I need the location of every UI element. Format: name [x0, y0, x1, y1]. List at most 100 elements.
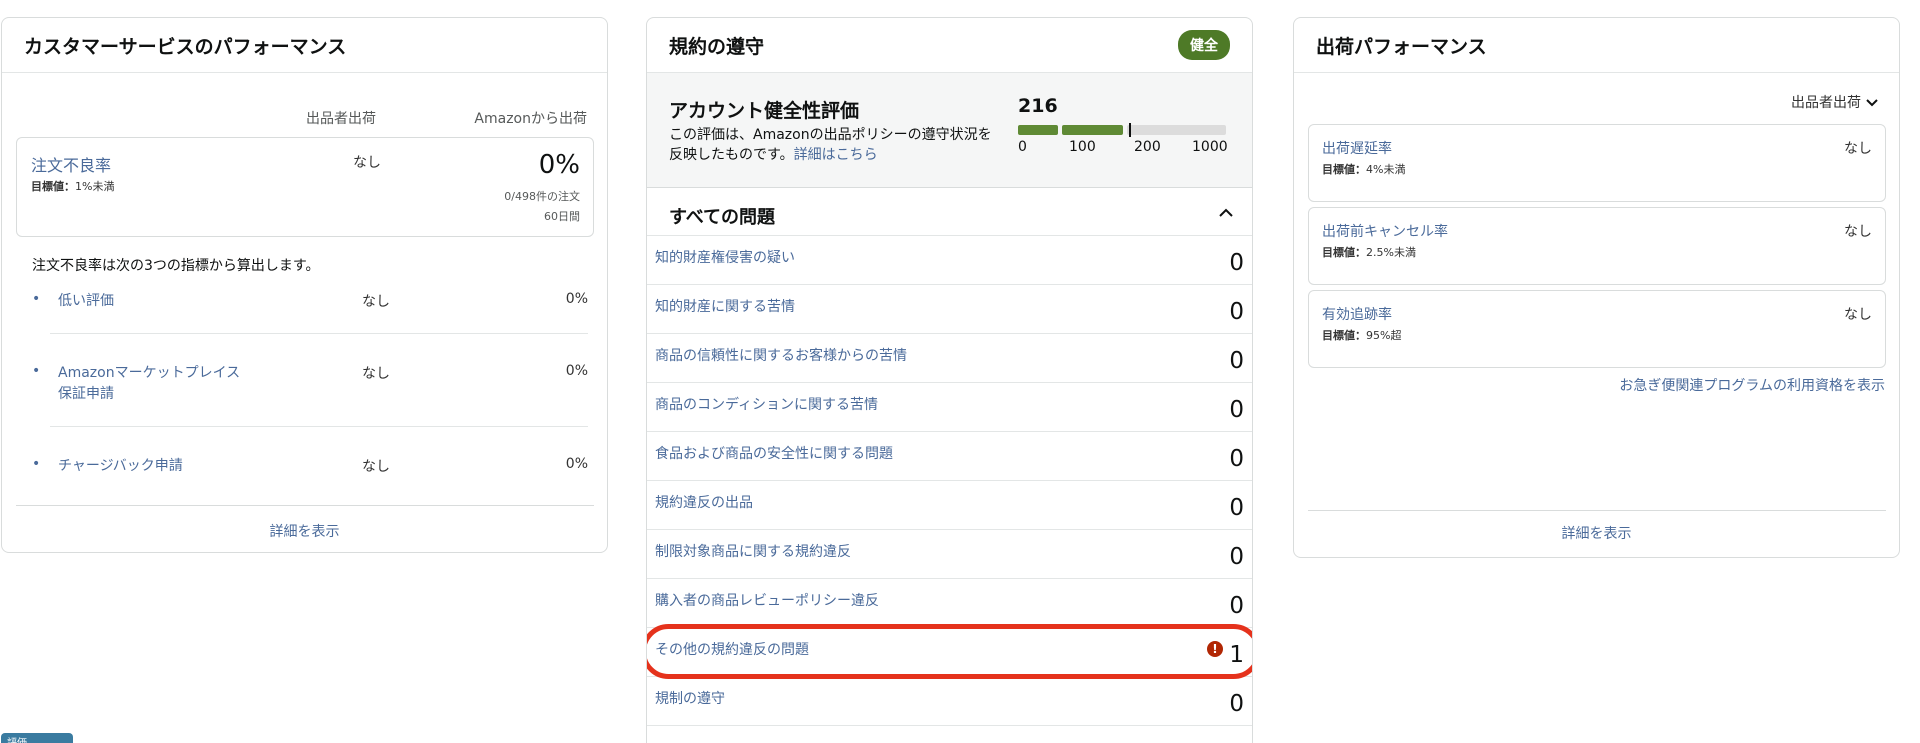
issue-restricted-products-link[interactable]: 制限対象商品に関する規約違反: [655, 541, 851, 561]
bottom-dropdown-pill[interactable]: 評価 ⌄: [1, 733, 73, 743]
issue-row-highlighted: その他の規約違反の問題 ! 1: [647, 624, 1252, 679]
learn-more-link[interactable]: 詳細はこちら: [794, 147, 878, 163]
a-to-z-claims-label-1: Amazonマーケットプレイス: [58, 365, 241, 381]
chargeback-link[interactable]: チャージバック申請: [58, 456, 183, 477]
issue-row: 規約違反の出品 0: [647, 481, 1252, 530]
chargeback-seller: なし: [362, 459, 390, 475]
shipping-performance-header: 出荷パフォーマンス: [1294, 18, 1899, 73]
chevron-up-icon[interactable]: [1218, 205, 1234, 221]
all-issues-title: すべての問題: [669, 207, 776, 228]
odr-period: 60日間: [544, 210, 580, 223]
bullet: •: [32, 291, 41, 307]
account-health-score: 216: [1018, 95, 1058, 117]
chevron-down-icon: [1866, 99, 1878, 107]
issue-count: 0: [1229, 250, 1244, 276]
issue-row: 食品および商品の安全性に関する問題 0: [647, 432, 1252, 481]
cancel-rate-box: 出荷前キャンセル率 目標値：2.5%未満 なし: [1308, 207, 1886, 285]
bullet: •: [32, 456, 41, 472]
cancel-rate-link[interactable]: 出荷前キャンセル率: [1322, 221, 1448, 241]
shipping-performance-title: 出荷パフォーマンス: [1316, 35, 1487, 58]
odr-target-label: 目標値：: [31, 180, 75, 193]
tick-label: 1000: [1192, 139, 1228, 155]
issue-review-policy-link[interactable]: 購入者の商品レビューポリシー違反: [655, 590, 879, 610]
issue-condition-link[interactable]: 商品のコンディションに関する苦情: [655, 394, 878, 414]
customer-service-card: カスタマーサービスのパフォーマンス 出品者出荷 Amazonから出荷 注文不良率…: [1, 17, 608, 553]
alert-icon: !: [1207, 641, 1223, 657]
customer-service-details-link[interactable]: 詳細を表示: [2, 521, 607, 541]
valid-tracking-target: 目標値：95%超: [1322, 327, 1401, 343]
health-score-bar: [1018, 123, 1226, 137]
bar-segment-high: [1127, 125, 1226, 135]
target-label: 目標値：: [1322, 163, 1366, 176]
account-health-description: この評価は、Amazonの出品ポリシーの遵守状況を反映したものです。詳細はこちら: [669, 125, 1004, 165]
bar-segment-low: [1018, 125, 1058, 135]
all-issues-header[interactable]: すべての問題: [647, 189, 1252, 236]
issue-ip-complaints-link[interactable]: 知的財産に関する苦情: [655, 296, 795, 316]
issue-row: 知的財産に関する苦情 0: [647, 285, 1252, 334]
divider: [50, 426, 588, 427]
a-to-z-claims-seller: なし: [362, 366, 390, 382]
issue-authenticity-link[interactable]: 商品の信頼性に関するお客様からの苦情: [655, 345, 907, 365]
odr-target: 目標値：1%未満: [31, 178, 114, 194]
a-to-z-claims-label-2: 保証申請: [58, 386, 114, 402]
footer-divider: [1308, 510, 1886, 511]
valid-tracking-value: なし: [1844, 307, 1872, 323]
valid-tracking-box: 有効追跡率 目標値：95%超 なし: [1308, 290, 1886, 368]
divider: [50, 333, 588, 334]
status-badge: 健全: [1178, 30, 1230, 60]
account-health-title: アカウント健全性評価: [669, 100, 860, 122]
a-to-z-claims-link[interactable]: Amazonマーケットプレイス 保証申請: [58, 363, 240, 405]
late-shipment-value: なし: [1844, 141, 1872, 157]
policy-compliance-header: 規約の遵守 健全: [647, 18, 1252, 73]
issue-count: 0: [1229, 691, 1244, 717]
issue-ip-suspected-link[interactable]: 知的財産権侵害の疑い: [655, 247, 795, 267]
bar-segment-mid: [1062, 125, 1123, 135]
target-value: 95%超: [1366, 329, 1402, 342]
late-shipment-box: 出荷遅延率 目標値：4%未満 なし: [1308, 124, 1886, 202]
shipping-details-link[interactable]: 詳細を表示: [1294, 523, 1899, 543]
target-value: 2.5%未満: [1366, 246, 1416, 259]
late-shipment-link[interactable]: 出荷遅延率: [1322, 138, 1392, 158]
issue-listing-violation-link[interactable]: 規約違反の出品: [655, 492, 753, 512]
shipping-performance-card: 出荷パフォーマンス 出品者出荷 出荷遅延率 目標値：4%未満 なし 出荷前キャン…: [1293, 17, 1900, 558]
odr-box: 注文不良率 目標値：1%未満 なし 0% 0/498件の注文 60日間: [16, 137, 594, 237]
bullet: •: [32, 363, 41, 379]
issue-row: 規制の遵守 0: [647, 677, 1252, 726]
a-to-z-claims-value: 0%: [565, 363, 588, 379]
prime-eligibility-link[interactable]: お急ぎ便関連プログラムの利用資格を表示: [1619, 375, 1885, 395]
issue-count: 0: [1229, 446, 1244, 472]
issue-other-violations-link[interactable]: その他の規約違反の問題: [655, 639, 809, 659]
issue-row: 知的財産権侵害の疑い 0: [647, 236, 1252, 285]
tick-label: 200: [1134, 139, 1161, 155]
issue-regulatory-link[interactable]: 規制の遵守: [655, 688, 725, 708]
fulfillment-filter-value: 出品者出荷: [1791, 95, 1861, 111]
customer-service-title: カスタマーサービスのパフォーマンス: [24, 35, 347, 58]
issue-row: 制限対象商品に関する規約違反 0: [647, 530, 1252, 579]
issue-row: 購入者の商品レビューポリシー違反 0: [647, 579, 1252, 628]
score-marker: [1129, 123, 1131, 137]
odr-order-count: 0/498件の注文: [504, 190, 580, 203]
issue-count: 1: [1229, 642, 1244, 668]
target-label: 目標値：: [1322, 329, 1366, 342]
negative-feedback-value: 0%: [565, 291, 588, 307]
target-value: 4%未満: [1366, 163, 1406, 176]
odr-amazon-value: 0%: [538, 150, 580, 180]
issue-row: 商品の信頼性に関するお客様からの苦情 0: [647, 334, 1252, 383]
negative-feedback-link[interactable]: 低い評価: [58, 291, 114, 312]
issue-count: 0: [1229, 593, 1244, 619]
fulfillment-filter-dropdown[interactable]: 出品者出荷: [1791, 92, 1879, 112]
odr-link[interactable]: 注文不良率: [31, 152, 111, 176]
odr-note: 注文不良率は次の3つの指標から算出します。: [32, 258, 320, 274]
cancel-rate-value: なし: [1844, 224, 1872, 240]
late-shipment-target: 目標値：4%未満: [1322, 161, 1405, 177]
issue-count: 0: [1229, 495, 1244, 521]
valid-tracking-link[interactable]: 有効追跡率: [1322, 304, 1392, 324]
odr-seller-value: なし: [353, 155, 381, 171]
issue-safety-link[interactable]: 食品および商品の安全性に関する問題: [655, 443, 893, 463]
footer-divider: [16, 505, 594, 506]
negative-feedback-seller: なし: [362, 294, 390, 310]
issue-count: 0: [1229, 348, 1244, 374]
tick-label: 0: [1018, 139, 1027, 155]
col-amazon-header: Amazonから出荷: [474, 111, 587, 127]
account-health-rating: アカウント健全性評価 この評価は、Amazonの出品ポリシーの遵守状況を反映した…: [647, 73, 1252, 188]
